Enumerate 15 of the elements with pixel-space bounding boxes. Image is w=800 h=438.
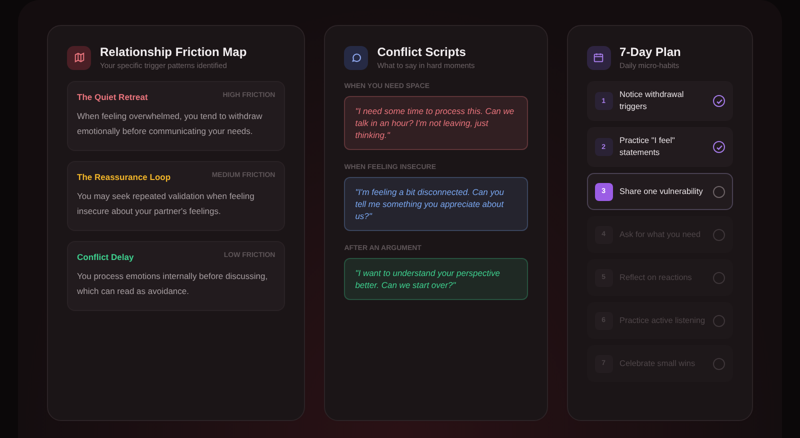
script-quote: "I need some time to process this. Can we talk in an hour? I'm not leaving, just thinking." <box>344 96 528 150</box>
pattern-name: The Quiet Retreat <box>77 92 148 102</box>
pattern-description: You may seek repeated validation when feeling insecure about your partner's feelings. <box>77 190 256 218</box>
pattern-description: You process emotions internally before discussing, which can read as avoidance. <box>77 270 269 298</box>
script-quote: "I'm feeling a bit disconnected. Can you tell me something you appreciate about us?" <box>344 177 528 231</box>
script-quote: "I want to understand your perspective better. Can we start over?" <box>344 258 528 300</box>
day-label: Practice "I feel" statements <box>620 135 676 159</box>
card-title: Relationship Friction Map <box>100 45 247 59</box>
day-label: Notice withdrawal triggers <box>620 89 685 113</box>
pattern-description: When feeling overwhelmed, you tend to withdraw emotionally before communicating your needs. <box>77 110 264 138</box>
card-title: Conflict Scripts <box>377 45 467 59</box>
pattern-name: The Reassurance Loop <box>77 172 171 182</box>
pattern-name: Conflict Delay <box>77 252 134 262</box>
card-title: 7-Day Plan <box>620 45 681 59</box>
day-label: Share one vulnerability <box>620 186 704 198</box>
